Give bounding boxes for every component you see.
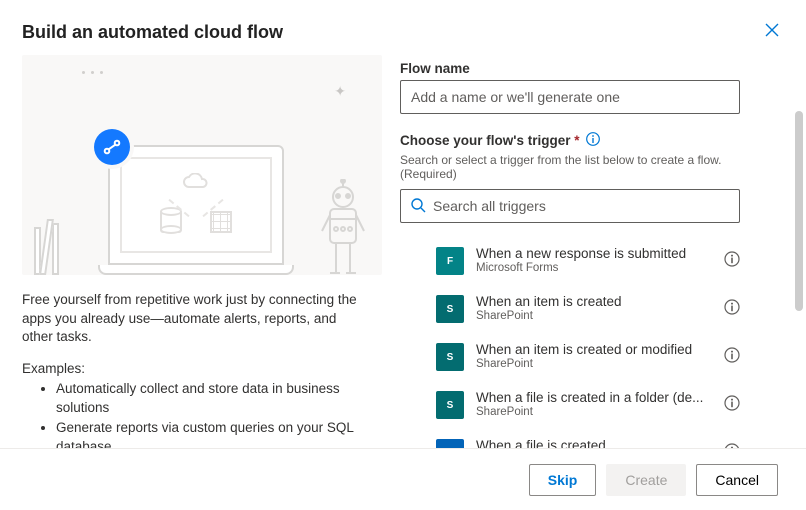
trigger-service: Microsoft Forms xyxy=(476,262,716,276)
info-icon[interactable] xyxy=(724,251,740,272)
info-icon[interactable] xyxy=(724,443,740,449)
flow-name-label: Flow name xyxy=(400,61,778,76)
service-icon: ☁ xyxy=(436,439,464,448)
trigger-name: When an item is created xyxy=(476,294,716,310)
trigger-search-input[interactable] xyxy=(400,189,740,223)
trigger-name: When a file is created xyxy=(476,438,716,448)
trigger-name: When a file is created in a folder (de..… xyxy=(476,390,716,406)
trigger-item[interactable]: S When a file is created in a folder (de.… xyxy=(400,381,740,429)
service-icon: F xyxy=(436,247,464,275)
scrollbar[interactable] xyxy=(795,111,803,311)
trigger-label: Choose your flow's trigger * xyxy=(400,132,778,149)
cancel-button[interactable]: Cancel xyxy=(696,464,778,496)
info-icon[interactable] xyxy=(724,299,740,320)
examples-heading: Examples: xyxy=(22,361,368,376)
trigger-sublabel: Search or select a trigger from the list… xyxy=(400,153,778,181)
illustration: ✦ xyxy=(22,55,382,275)
info-icon[interactable] xyxy=(724,395,740,416)
search-icon xyxy=(410,197,426,218)
trigger-item[interactable]: ☁When a file is createdOneDrive for Busi… xyxy=(400,429,740,448)
info-icon[interactable] xyxy=(586,132,600,149)
trigger-service: SharePoint xyxy=(476,310,716,324)
example-item: Automatically collect and store data in … xyxy=(56,380,368,417)
close-button[interactable] xyxy=(760,18,784,47)
trigger-item[interactable]: S When an item is created or modifiedShar… xyxy=(400,333,740,381)
description-text: Free yourself from repetitive work just … xyxy=(22,291,368,347)
create-button[interactable]: Create xyxy=(606,464,686,496)
trigger-service: SharePoint xyxy=(476,358,716,372)
close-icon xyxy=(764,22,780,38)
dialog-title: Build an automated cloud flow xyxy=(22,22,760,43)
trigger-name: When a new response is submitted xyxy=(476,246,716,262)
trigger-item[interactable]: S When an item is createdSharePoint xyxy=(400,285,740,333)
flow-name-input[interactable] xyxy=(400,80,740,114)
trigger-name: When an item is created or modified xyxy=(476,342,716,358)
service-icon: S xyxy=(436,391,464,419)
trigger-item[interactable]: F When a new response is submittedMicroso… xyxy=(400,237,740,285)
flow-badge-icon xyxy=(94,129,130,165)
skip-button[interactable]: Skip xyxy=(529,464,597,496)
info-icon[interactable] xyxy=(724,347,740,368)
example-item: Generate reports via custom queries on y… xyxy=(56,419,368,448)
service-icon: S xyxy=(436,295,464,323)
trigger-service: SharePoint xyxy=(476,406,716,420)
service-icon: S xyxy=(436,343,464,371)
